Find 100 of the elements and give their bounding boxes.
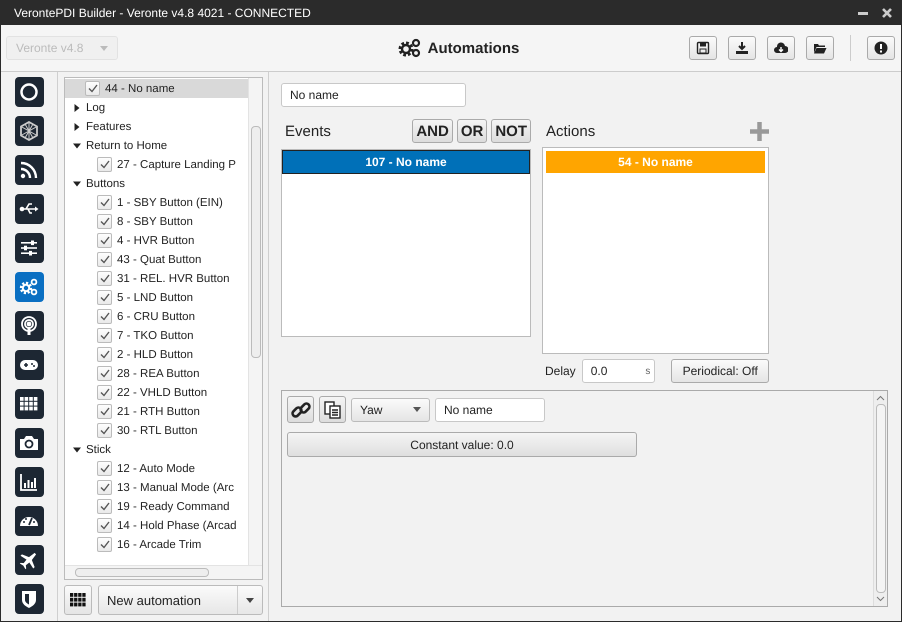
tree-item[interactable]: 7 - TKO Button bbox=[65, 326, 248, 345]
expand-arrow-icon[interactable] bbox=[73, 122, 81, 130]
periodical-button[interactable]: Periodical: Off bbox=[671, 359, 769, 383]
save-button[interactable] bbox=[689, 36, 717, 60]
chart-icon[interactable] bbox=[14, 467, 44, 497]
usb-icon[interactable] bbox=[14, 194, 44, 224]
vertical-scrollbar[interactable] bbox=[248, 78, 262, 565]
axis-dropdown[interactable]: Yaw bbox=[351, 398, 430, 422]
checkbox[interactable] bbox=[97, 423, 112, 438]
tree-item[interactable]: 30 - RTL Button bbox=[65, 421, 248, 440]
tree-item[interactable]: 28 - REA Button bbox=[65, 364, 248, 383]
checkbox[interactable] bbox=[97, 309, 112, 324]
shield-icon[interactable] bbox=[14, 584, 44, 614]
gears-icon bbox=[398, 38, 422, 58]
vertical-scrollbar[interactable] bbox=[873, 391, 887, 606]
tree-item[interactable]: 16 - Arcade Trim bbox=[65, 535, 248, 554]
tree-item[interactable]: 43 - Quat Button bbox=[65, 250, 248, 269]
checkbox[interactable] bbox=[97, 385, 112, 400]
tree-item[interactable]: 2 - HLD Button bbox=[65, 345, 248, 364]
checkbox[interactable] bbox=[97, 328, 112, 343]
grid-icon[interactable] bbox=[14, 389, 44, 419]
tree-item[interactable]: 1 - SBY Button (EIN) bbox=[65, 193, 248, 212]
tree-item[interactable]: 22 - VHLD Button bbox=[65, 383, 248, 402]
delay-label: Delay bbox=[545, 364, 576, 378]
expand-arrow-icon[interactable] bbox=[73, 104, 81, 112]
add-icon[interactable] bbox=[750, 122, 769, 140]
checkbox[interactable] bbox=[97, 518, 112, 533]
tree-item[interactable]: 4 - HVR Button bbox=[65, 231, 248, 250]
caret-icon bbox=[246, 598, 254, 602]
checkbox[interactable] bbox=[85, 81, 100, 96]
tree-group[interactable]: Buttons bbox=[65, 174, 248, 193]
download-button[interactable] bbox=[728, 36, 756, 60]
checkbox[interactable] bbox=[97, 157, 112, 172]
delay-field[interactable]: 0.0 s bbox=[582, 359, 656, 383]
tree-item[interactable]: 19 - Ready Command bbox=[65, 497, 248, 516]
expand-arrow-icon[interactable] bbox=[73, 180, 81, 188]
tree-item[interactable]: 13 - Manual Mode (Arc bbox=[65, 478, 248, 497]
window-title: VerontePDI Builder - Veronte v4.8 4021 - CONNECTED bbox=[14, 6, 312, 20]
grid-icon bbox=[70, 593, 86, 607]
ring-icon[interactable] bbox=[14, 77, 44, 107]
link-button[interactable] bbox=[287, 396, 314, 423]
tree-item[interactable]: 8 - SBY Button bbox=[65, 212, 248, 231]
folder-button[interactable] bbox=[806, 36, 834, 60]
tree-group[interactable]: Features bbox=[65, 117, 248, 136]
checkbox[interactable] bbox=[97, 233, 112, 248]
tree-item[interactable]: 12 - Auto Mode bbox=[65, 459, 248, 478]
expand-arrow-icon[interactable] bbox=[73, 446, 81, 454]
tree-item[interactable]: 44 - No name bbox=[65, 79, 248, 98]
horizontal-scrollbar[interactable] bbox=[65, 565, 262, 579]
caret-icon bbox=[100, 46, 108, 50]
operator-button[interactable]: OR bbox=[456, 119, 488, 143]
checkbox[interactable] bbox=[97, 195, 112, 210]
operator-button[interactable]: NOT bbox=[491, 119, 531, 143]
gamepad-icon[interactable] bbox=[14, 350, 44, 380]
gears-icon[interactable] bbox=[14, 272, 44, 302]
checkbox[interactable] bbox=[97, 271, 112, 286]
name-field[interactable]: No name bbox=[435, 398, 545, 422]
plane-icon[interactable] bbox=[14, 545, 44, 575]
checkbox[interactable] bbox=[97, 480, 112, 495]
copy-button[interactable] bbox=[319, 396, 346, 423]
checkbox[interactable] bbox=[97, 537, 112, 552]
tree-item[interactable]: 31 - REL. HVR Button bbox=[65, 269, 248, 288]
new-automation-dropdown[interactable]: New automation bbox=[98, 585, 263, 615]
actions-label: Actions bbox=[545, 122, 596, 140]
tree-item[interactable]: 14 - Hold Phase (Arcad bbox=[65, 516, 248, 535]
camera-icon[interactable] bbox=[14, 428, 44, 458]
gauge-icon[interactable] bbox=[14, 506, 44, 536]
sliders-icon[interactable] bbox=[14, 233, 44, 263]
operator-button[interactable]: AND bbox=[412, 119, 453, 143]
page-title: Automations bbox=[428, 40, 520, 56]
grid-button[interactable] bbox=[64, 585, 92, 615]
hex-icon[interactable] bbox=[14, 116, 44, 146]
rss-icon[interactable] bbox=[14, 155, 44, 185]
expand-arrow-icon[interactable] bbox=[73, 142, 81, 150]
tree-group[interactable]: Return to Home bbox=[65, 136, 248, 155]
checkbox[interactable] bbox=[97, 290, 112, 305]
checkbox[interactable] bbox=[97, 252, 112, 267]
checkbox[interactable] bbox=[97, 499, 112, 514]
checkbox[interactable] bbox=[97, 347, 112, 362]
checkbox[interactable] bbox=[97, 461, 112, 476]
check-mark-icon bbox=[88, 84, 98, 93]
tree-item[interactable]: 27 - Capture Landing P bbox=[65, 155, 248, 174]
name-field[interactable]: No name bbox=[281, 83, 466, 107]
constant-value-button[interactable]: Constant value: 0.0 bbox=[287, 432, 637, 457]
scroll-up-icon[interactable] bbox=[876, 395, 885, 401]
cloud-button[interactable] bbox=[767, 36, 795, 60]
tree-item[interactable]: 6 - CRU Button bbox=[65, 307, 248, 326]
download-icon bbox=[735, 41, 749, 55]
tree-group[interactable]: Stick bbox=[65, 440, 248, 459]
checkbox[interactable] bbox=[97, 404, 112, 419]
tree-item[interactable]: 5 - LND Button bbox=[65, 288, 248, 307]
checkbox[interactable] bbox=[97, 214, 112, 229]
close-icon[interactable] bbox=[881, 7, 893, 19]
checkbox[interactable] bbox=[97, 366, 112, 381]
tree-item[interactable]: 21 - RTH Button bbox=[65, 402, 248, 421]
podcast-icon[interactable] bbox=[14, 311, 44, 341]
info-button[interactable] bbox=[867, 36, 895, 60]
scroll-down-icon[interactable] bbox=[876, 596, 885, 602]
event-item[interactable]: 107 - No name bbox=[282, 150, 530, 174]
tree-group[interactable]: Log bbox=[65, 98, 248, 117]
